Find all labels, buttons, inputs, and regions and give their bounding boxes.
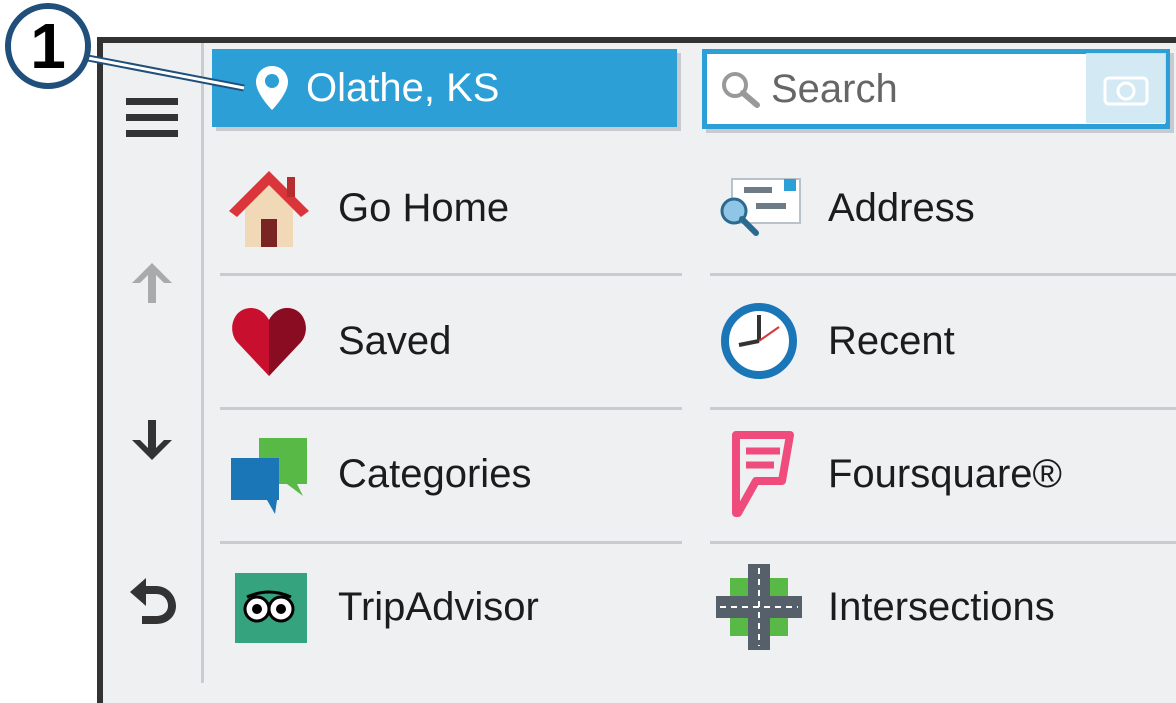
callout-number: 1 [5,3,91,89]
house-icon [224,163,314,253]
categories-item[interactable]: Categories [224,409,531,539]
intersection-icon [714,562,804,652]
speech-bubbles-icon [224,429,314,519]
clock-icon [714,296,804,386]
scroll-up-button[interactable] [103,238,201,328]
categories-label: Categories [338,451,532,496]
search-panel: Olathe, KS Search Go Home Address Saved … [204,43,1176,703]
intersections-label: Intersections [828,584,1055,629]
heart-icon [224,296,314,386]
recent-label: Recent [828,318,955,363]
search-icon [719,69,765,109]
tripadvisor-label: TripAdvisor [338,584,539,629]
tripadvisor-item[interactable]: TripAdvisor [224,542,539,672]
search-placeholder: Search [771,66,898,111]
foursquare-item[interactable]: Foursquare® [714,409,1062,539]
side-rail [103,43,204,683]
intersections-item[interactable]: Intersections [714,542,1055,672]
address-search-icon [714,163,804,253]
back-button[interactable] [103,555,201,645]
saved-label: Saved [338,318,452,363]
saved-item[interactable]: Saved [224,276,451,406]
go-home-label: Go Home [338,185,510,230]
recent-item[interactable]: Recent [714,276,955,406]
arrow-down-icon [132,420,172,460]
go-home-item[interactable]: Go Home [224,143,509,273]
arrow-up-icon [132,263,172,303]
foursquare-icon [714,429,804,519]
device-screen: Olathe, KS Search Go Home Address Saved … [97,37,1176,703]
address-label: Address [828,185,975,230]
scroll-down-button[interactable] [103,395,201,485]
camera-icon[interactable] [1086,53,1166,123]
foursquare-label: Foursquare® [828,451,1063,496]
tripadvisor-icon [224,562,314,652]
back-icon [130,578,176,624]
callout-number-label: 1 [30,10,66,82]
address-item[interactable]: Address [714,143,975,273]
